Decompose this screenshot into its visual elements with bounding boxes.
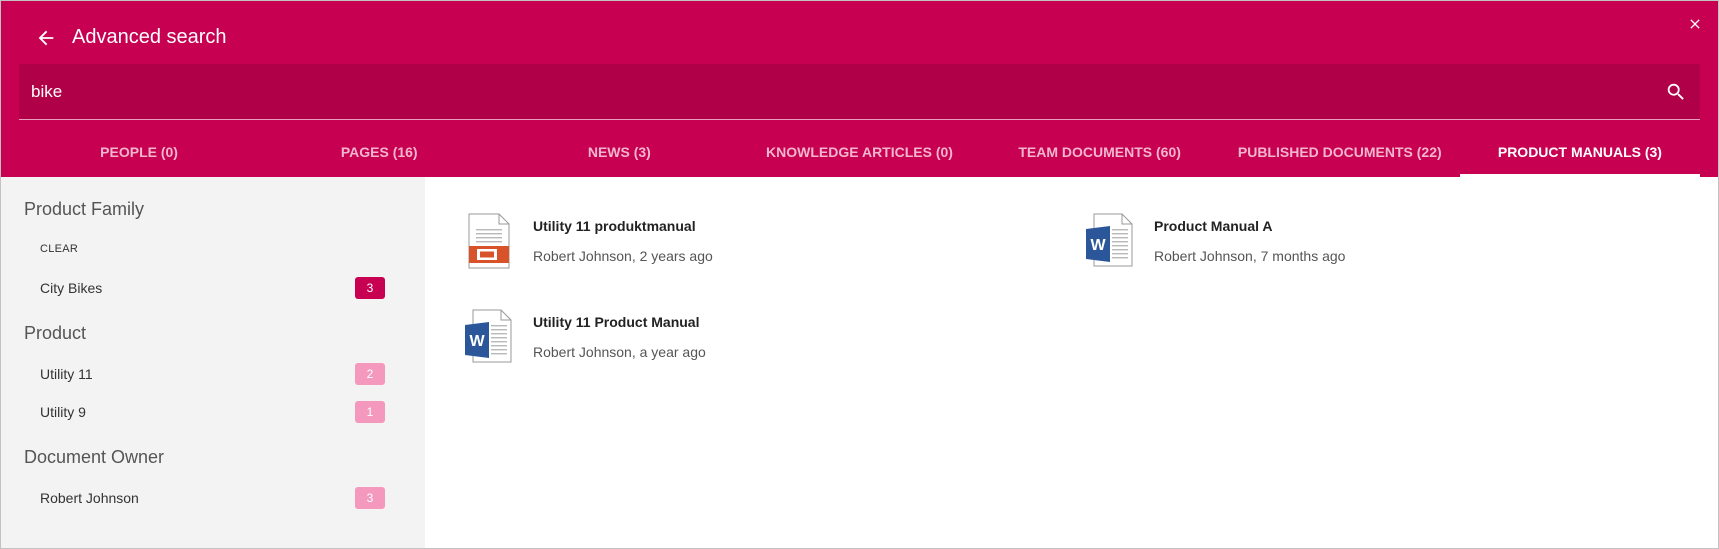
powerpoint-file-icon xyxy=(463,213,515,269)
result-item[interactable]: Utility 11 produktmanual Robert Johnson,… xyxy=(463,213,963,273)
tab-knowledge-articles[interactable]: KNOWLEDGE ARTICLES (0) xyxy=(739,129,979,177)
facet-item-utility-11[interactable]: Utility 11 2 xyxy=(40,363,385,387)
result-title[interactable]: Product Manual A xyxy=(1154,218,1273,234)
advanced-search-dialog: Advanced search PEOPLE (0) PAGES (16) NE… xyxy=(0,0,1719,549)
facet-item-city-bikes[interactable]: City Bikes 3 xyxy=(40,277,385,301)
word-file-icon: W xyxy=(1084,213,1136,269)
result-meta: Robert Johnson, 7 months ago xyxy=(1154,248,1346,264)
result-title[interactable]: Utility 11 produktmanual xyxy=(533,218,696,234)
arrow-left-icon xyxy=(38,30,54,46)
page-title: Advanced search xyxy=(72,26,227,48)
result-meta: Robert Johnson, 2 years ago xyxy=(533,248,713,264)
tab-news[interactable]: NEWS (3) xyxy=(499,129,739,177)
facet-count-badge: 3 xyxy=(355,277,385,299)
result-tabs: PEOPLE (0) PAGES (16) NEWS (3) KNOWLEDGE… xyxy=(19,129,1700,177)
facet-item-utility-9[interactable]: Utility 9 1 xyxy=(40,401,385,425)
facet-item-robert-johnson[interactable]: Robert Johnson 3 xyxy=(40,487,385,511)
facet-item-label: Utility 11 xyxy=(40,366,93,382)
search-bar xyxy=(19,64,1700,120)
search-icon xyxy=(1667,83,1684,100)
tab-published-documents[interactable]: PUBLISHED DOCUMENTS (22) xyxy=(1220,129,1460,177)
search-button[interactable] xyxy=(1664,80,1688,104)
back-button[interactable] xyxy=(31,23,61,53)
facet-item-label: City Bikes xyxy=(40,280,103,296)
result-item[interactable]: W Utility 11 Product Manual Robert Johns… xyxy=(463,309,963,369)
facet-item-label: Robert Johnson xyxy=(40,490,139,506)
close-icon xyxy=(1690,19,1700,29)
search-header: Advanced search PEOPLE (0) PAGES (16) NE… xyxy=(1,1,1718,177)
tab-team-documents[interactable]: TEAM DOCUMENTS (60) xyxy=(980,129,1220,177)
result-title[interactable]: Utility 11 Product Manual xyxy=(533,314,699,330)
facet-title-product-family: Product Family xyxy=(24,199,145,219)
facet-count-badge: 3 xyxy=(355,487,385,509)
result-meta: Robert Johnson, a year ago xyxy=(533,344,706,360)
search-input[interactable] xyxy=(31,64,1611,120)
tab-people[interactable]: PEOPLE (0) xyxy=(19,129,259,177)
close-button[interactable] xyxy=(1684,13,1706,35)
facet-count-badge: 1 xyxy=(355,401,385,423)
filter-sidebar: Product Family CLEAR City Bikes 3 Produc… xyxy=(1,177,425,548)
word-file-icon: W xyxy=(463,309,515,365)
result-item[interactable]: W Product Manual A Robert Johnson, 7 mon… xyxy=(1084,213,1584,273)
tab-pages[interactable]: PAGES (16) xyxy=(259,129,499,177)
facet-item-label: Utility 9 xyxy=(40,404,86,420)
facet-title-document-owner: Document Owner xyxy=(24,447,165,467)
clear-filter-button[interactable]: CLEAR xyxy=(40,243,78,255)
svg-text:W: W xyxy=(469,333,485,350)
svg-text:W: W xyxy=(1090,237,1106,254)
facet-title-product: Product xyxy=(24,323,87,343)
tab-product-manuals[interactable]: PRODUCT MANUALS (3) xyxy=(1459,129,1700,177)
facet-count-badge: 2 xyxy=(355,363,385,385)
